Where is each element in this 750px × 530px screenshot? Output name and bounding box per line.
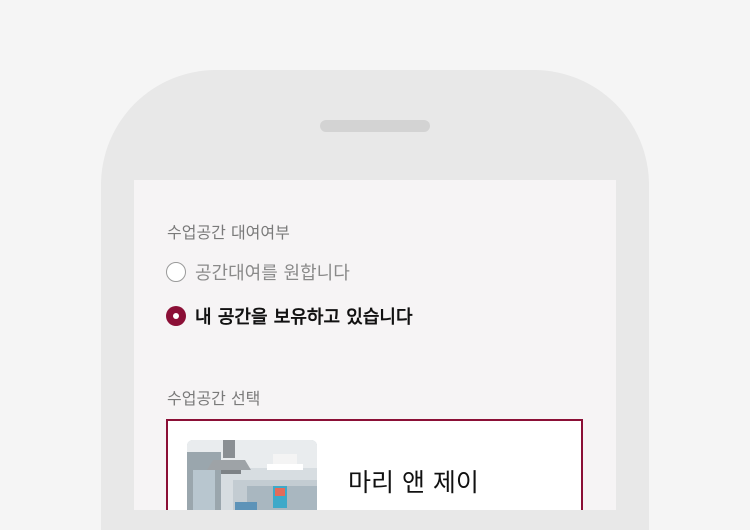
phone-speaker [320, 120, 430, 132]
space-section-label: 수업공간 선택 [167, 389, 261, 408]
radio-unchecked-icon[interactable] [166, 262, 186, 282]
rental-option-request[interactable]: 공간대여를 원합니다 [166, 260, 350, 284]
radio-checked-icon[interactable] [166, 306, 186, 326]
rental-option-request-label: 공간대여를 원합니다 [195, 263, 350, 284]
space-name: 마리 앤 제이 [348, 468, 479, 497]
phone-screen: 수업공간 대여여부 공간대여를 원합니다 내 공간을 보유하고 있습니다 수업공… [134, 180, 616, 510]
rental-option-own[interactable]: 내 공간을 보유하고 있습니다 [166, 304, 413, 328]
rental-option-own-label: 내 공간을 보유하고 있습니다 [195, 307, 413, 328]
rental-section-label: 수업공간 대여여부 [167, 223, 290, 242]
space-card[interactable]: 마리 앤 제이 [166, 419, 583, 510]
